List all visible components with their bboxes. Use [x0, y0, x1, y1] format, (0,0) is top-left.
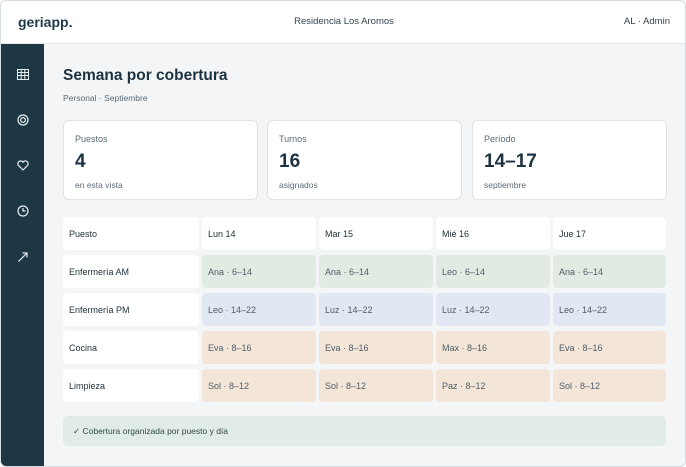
row-header-post: Cocina [63, 331, 199, 364]
stat-value: 4 [75, 151, 86, 172]
row-header-post: Enfermería PM [63, 293, 199, 326]
row-header-post: Enfermería AM [63, 255, 199, 288]
shift-cell[interactable]: Leo · 6–14 [436, 255, 550, 288]
shift-cell[interactable]: Luz · 14–22 [436, 293, 550, 326]
sidebar [1, 44, 44, 466]
residence-name: Residencia Los Aromos [294, 16, 394, 27]
target-icon[interactable] [1, 110, 44, 130]
shift-cell[interactable]: Sol · 8–12 [553, 369, 666, 402]
app-window: geriapp. Residencia Los Aromos AL · Admi… [0, 0, 686, 467]
shift-cell[interactable]: Luz · 14–22 [319, 293, 433, 326]
heart-icon[interactable] [1, 155, 44, 175]
column-header-day: Lun 14 [202, 217, 316, 250]
user-menu[interactable]: AL · Admin [624, 16, 670, 27]
shift-cell[interactable]: Eva · 8–16 [202, 331, 316, 364]
stat-note: asignados [279, 180, 318, 190]
calendar-grid-icon[interactable] [1, 64, 44, 84]
stat-note: septiembre [484, 180, 527, 190]
page-subtitle: Personal · Septiembre [63, 93, 148, 103]
shift-cell[interactable]: Ana · 6–14 [319, 255, 433, 288]
main-content: Semana por cobertura Personal · Septiemb… [44, 44, 685, 466]
shift-cell[interactable]: Leo · 14–22 [202, 293, 316, 326]
shift-cell[interactable]: Ana · 6–14 [553, 255, 666, 288]
shift-cell[interactable]: Max · 8–16 [436, 331, 550, 364]
stat-card-puestos: Puestos 4 en esta vista [63, 120, 258, 200]
stat-card-turnos: Turnos 16 asignados [267, 120, 462, 200]
shift-cell[interactable]: Sol · 8–12 [202, 369, 316, 402]
stat-label: Período [484, 134, 516, 144]
column-header-day: Mié 16 [436, 217, 550, 250]
shift-cell[interactable]: Ana · 6–14 [202, 255, 316, 288]
stat-card-periodo: Período 14–17 septiembre [472, 120, 667, 200]
stat-label: Puestos [75, 134, 108, 144]
shift-cell[interactable]: Eva · 8–16 [553, 331, 666, 364]
stat-note: en esta vista [75, 180, 123, 190]
column-header-day: Mar 15 [319, 217, 433, 250]
stat-label: Turnos [279, 134, 307, 144]
stat-value: 16 [279, 151, 301, 172]
coverage-status-banner: ✓ Cobertura organizada por puesto y día [63, 416, 666, 446]
shift-cell[interactable]: Eva · 8–16 [319, 331, 433, 364]
shift-cell[interactable]: Paz · 8–12 [436, 369, 550, 402]
page-title: Semana por cobertura [63, 67, 228, 84]
shift-cell[interactable]: Sol · 8–12 [319, 369, 433, 402]
column-header-puesto: Puesto [63, 217, 199, 250]
shift-cell[interactable]: Leo · 14–22 [553, 293, 666, 326]
row-header-post: Limpieza [63, 369, 199, 402]
clock-icon[interactable] [1, 201, 44, 221]
stat-value: 14–17 [484, 151, 537, 172]
trend-arrow-icon[interactable] [1, 247, 44, 267]
top-bar: geriapp. Residencia Los Aromos AL · Admi… [1, 1, 685, 44]
column-header-day: Jue 17 [553, 217, 666, 250]
